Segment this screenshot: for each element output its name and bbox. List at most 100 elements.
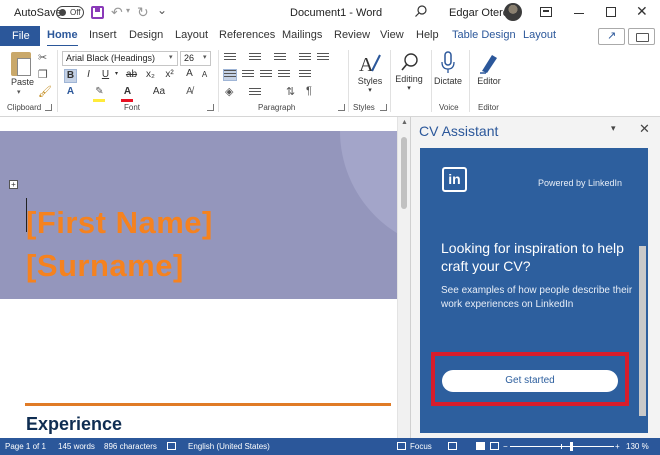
align-left-icon[interactable]	[223, 69, 237, 81]
focus-button[interactable]: Focus	[410, 442, 432, 451]
increase-indent-icon[interactable]	[317, 53, 329, 63]
zoom-slider-thumb[interactable]	[570, 442, 573, 451]
scrollbar-thumb[interactable]	[401, 137, 407, 209]
tab-table-layout[interactable]: Layout	[523, 29, 556, 41]
scroll-up-icon[interactable]: ▲	[401, 119, 408, 126]
superscript-button[interactable]: x²	[163, 69, 176, 80]
share-button[interactable]	[598, 28, 625, 45]
dictate-button[interactable]: Dictate	[432, 76, 464, 86]
section-heading[interactable]: Experience	[26, 414, 122, 438]
editor-icon[interactable]	[478, 51, 502, 75]
subscript-button[interactable]: x₂	[144, 69, 157, 80]
highlight-icon[interactable]: ✎	[93, 86, 106, 97]
first-name-placeholder[interactable]: [First Name]	[26, 205, 213, 241]
autosave-toggle[interactable]: Off	[56, 6, 84, 19]
styles-launcher-icon[interactable]	[380, 104, 387, 111]
undo-dropdown-icon[interactable]: ▾	[126, 6, 130, 15]
proofing-icon[interactable]	[167, 442, 176, 450]
tab-insert[interactable]: Insert	[89, 29, 117, 41]
strikethrough-button[interactable]: ab	[125, 69, 138, 80]
borders-icon[interactable]	[249, 88, 261, 98]
avatar[interactable]	[504, 3, 522, 21]
editing-button[interactable]: Editing	[392, 74, 426, 84]
underline-dropdown-icon[interactable]: ▾	[110, 70, 123, 77]
pane-close-icon[interactable]: ✕	[639, 121, 650, 137]
text-effects-button[interactable]: A	[64, 86, 77, 97]
minimize-icon[interactable]	[574, 13, 584, 14]
word-count[interactable]: 145 words	[58, 442, 95, 451]
focus-icon[interactable]	[397, 442, 406, 450]
styles-dropdown-icon[interactable]: ▾	[365, 86, 375, 94]
print-layout-icon[interactable]	[476, 442, 485, 450]
styles-button[interactable]: Styles	[355, 76, 385, 86]
font-launcher-icon[interactable]	[207, 104, 214, 111]
zoom-level[interactable]: 130 %	[626, 442, 649, 451]
paste-icon[interactable]	[11, 52, 31, 76]
ribbon-display-options-icon[interactable]	[540, 7, 552, 17]
pane-options-icon[interactable]: ▾	[611, 123, 616, 134]
tab-table-design[interactable]: Table Design	[452, 29, 516, 41]
pane-scrollbar[interactable]	[639, 246, 646, 416]
clear-formatting-icon[interactable]: A̸	[183, 86, 196, 97]
save-icon[interactable]	[91, 6, 104, 19]
align-right-icon[interactable]	[260, 70, 272, 80]
styles-icon[interactable]: A	[358, 51, 382, 75]
document-canvas[interactable]: + [First Name] [Surname] Experience	[0, 117, 410, 438]
tab-view[interactable]: View	[380, 29, 404, 41]
font-name-dropdown-icon[interactable]: ▾	[169, 53, 173, 61]
zoom-out-button[interactable]: −	[503, 442, 508, 451]
copy-icon[interactable]: ❐	[38, 68, 48, 81]
tab-review[interactable]: Review	[334, 29, 370, 41]
surname-placeholder[interactable]: [Surname]	[26, 248, 184, 284]
comments-button[interactable]	[628, 28, 655, 45]
get-started-button[interactable]: Get started	[442, 370, 618, 392]
multilevel-list-icon[interactable]	[274, 53, 286, 63]
line-spacing-icon[interactable]	[299, 70, 311, 80]
character-count[interactable]: 896 characters	[104, 442, 157, 451]
italic-button[interactable]: I	[82, 69, 95, 80]
paste-dropdown-icon[interactable]: ▾	[17, 88, 21, 96]
table-move-handle-icon[interactable]: +	[9, 180, 18, 189]
web-layout-icon[interactable]	[490, 442, 499, 450]
paste-button[interactable]: Paste	[11, 77, 34, 87]
zoom-slider[interactable]	[510, 446, 614, 447]
font-name-select[interactable]: Arial Black (Headings)	[62, 51, 178, 66]
justify-icon[interactable]	[278, 70, 290, 80]
font-size-dropdown-icon[interactable]: ▾	[203, 53, 207, 61]
align-center-icon[interactable]	[242, 70, 254, 80]
clipboard-launcher-icon[interactable]	[45, 104, 52, 111]
customize-qat-icon[interactable]: ⌄	[157, 3, 167, 17]
tab-references[interactable]: References	[219, 29, 275, 41]
tab-file[interactable]: File	[0, 26, 40, 46]
font-color-button[interactable]: A	[121, 86, 134, 97]
bold-button[interactable]: B	[64, 69, 77, 83]
numbering-icon[interactable]	[249, 53, 261, 63]
tab-layout[interactable]: Layout	[175, 29, 208, 41]
tab-mailings[interactable]: Mailings	[282, 29, 322, 41]
sort-az-icon[interactable]: ⇅	[286, 85, 295, 98]
search-icon[interactable]	[414, 4, 428, 18]
close-icon[interactable]: ✕	[636, 3, 648, 20]
maximize-icon[interactable]	[606, 7, 616, 17]
zoom-in-button[interactable]: +	[615, 442, 620, 451]
decrease-indent-icon[interactable]	[299, 53, 311, 63]
tab-help[interactable]: Help	[416, 29, 439, 41]
find-icon[interactable]	[399, 51, 421, 73]
cut-icon[interactable]: ✂	[38, 51, 47, 64]
tab-home[interactable]: Home	[47, 29, 78, 47]
microphone-icon[interactable]	[440, 51, 456, 75]
shrink-font-button[interactable]: A	[198, 70, 211, 79]
change-case-button[interactable]: Aa	[148, 86, 170, 97]
show-marks-icon[interactable]: ¶	[306, 85, 312, 97]
bullets-icon[interactable]	[224, 53, 236, 63]
editor-button[interactable]: Editor	[472, 76, 506, 86]
grow-font-button[interactable]: A	[183, 68, 196, 79]
paragraph-launcher-icon[interactable]	[338, 104, 345, 111]
redo-icon[interactable]: ↻	[137, 4, 149, 21]
language-label[interactable]: English (United States)	[188, 442, 270, 451]
editing-dropdown-icon[interactable]: ▾	[404, 84, 414, 92]
undo-icon[interactable]: ↶	[111, 4, 123, 21]
document-scrollbar[interactable]: ▲	[397, 117, 410, 438]
shading-icon[interactable]: ◈	[225, 85, 233, 98]
read-mode-icon[interactable]	[448, 442, 457, 450]
